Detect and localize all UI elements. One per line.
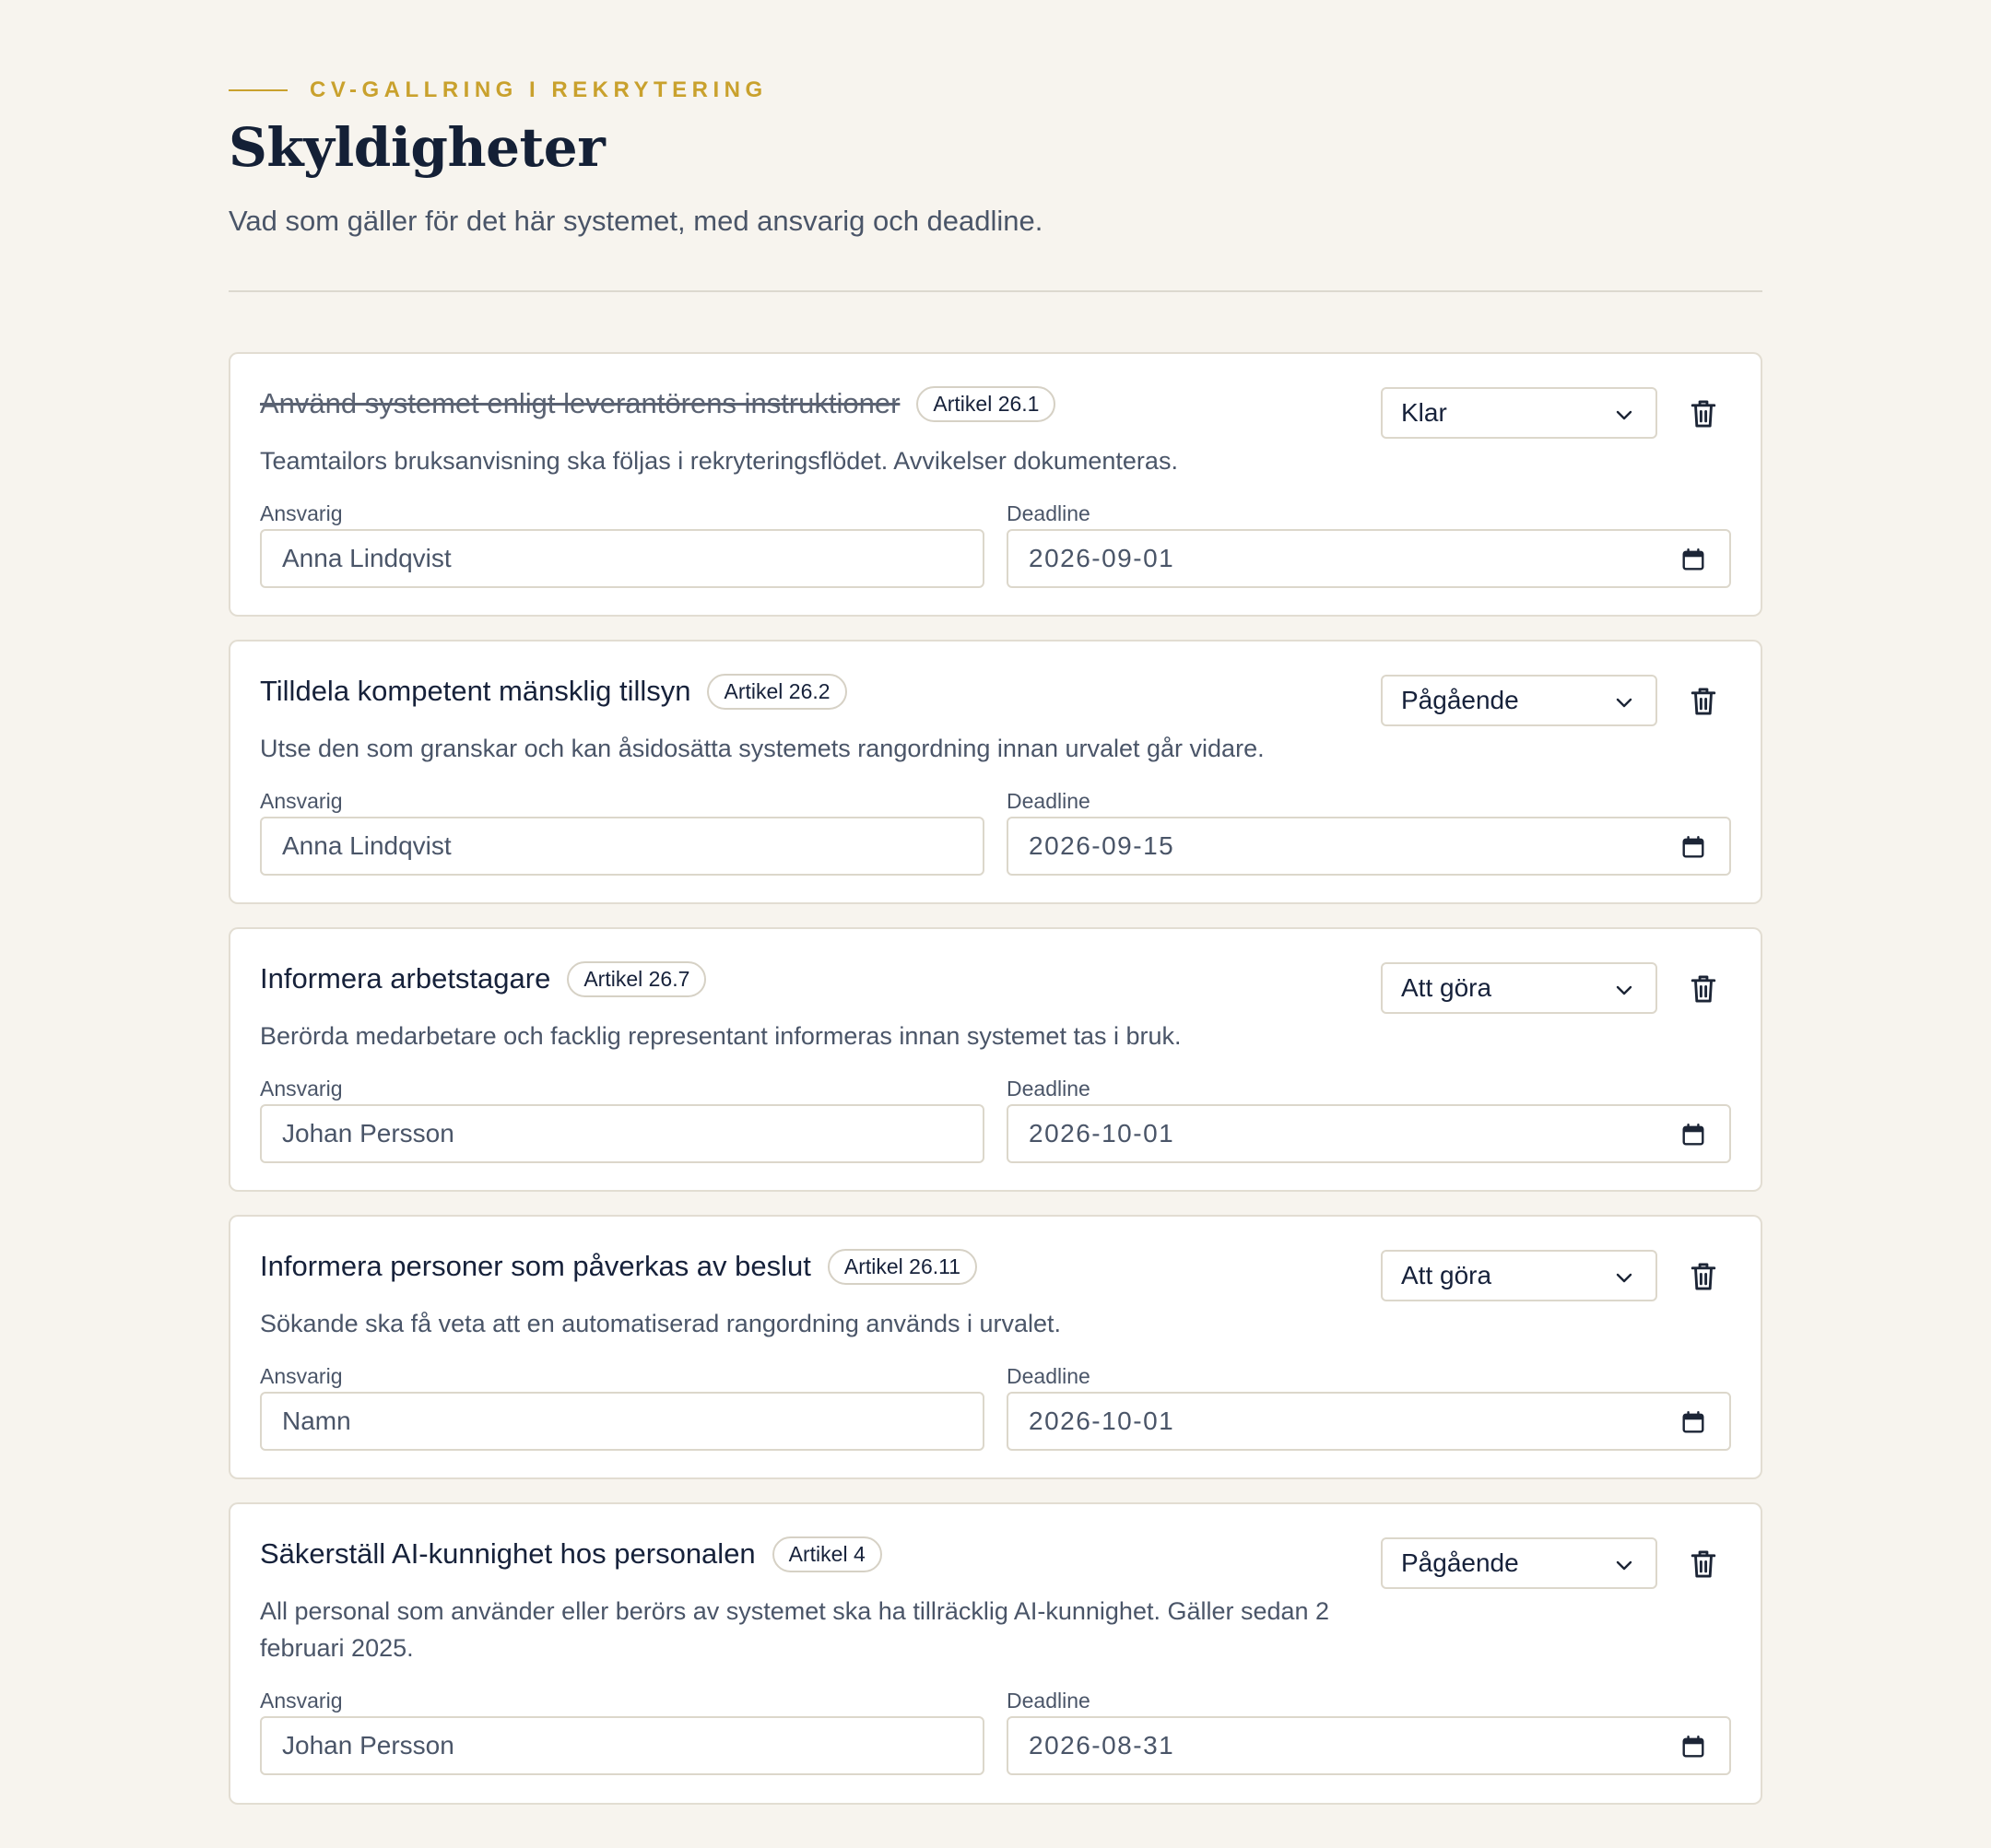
obligation-description: Utse den som granskar och kan åsidosätta… [260, 735, 1265, 762]
obligation-description: Berörda medarbetare och facklig represen… [260, 1022, 1182, 1050]
owner-placeholder: Namn [282, 1407, 351, 1435]
obligation-description: Sökande ska få veta att en automatiserad… [260, 1310, 1062, 1337]
trash-icon[interactable] [1689, 1548, 1718, 1580]
calendar-icon[interactable] [1681, 547, 1705, 571]
chevron-down-icon [1616, 698, 1632, 708]
owner-label: Ansvarig [260, 1689, 343, 1713]
chevron-down-icon [1616, 410, 1632, 420]
deadline-input[interactable]: 2026-10-01 [1007, 1104, 1731, 1163]
article-badge: Artikel 26.7 [567, 960, 707, 997]
page-subtitle: Vad som gäller för det här systemet, med… [229, 205, 1043, 237]
obligation-description: All personal som använder eller berörs a… [260, 1597, 1330, 1662]
deadline-label: Deadline [1007, 501, 1090, 525]
deadline-value: 2026-08-31 [1029, 1731, 1175, 1760]
obligation-header: Tilldela kompetent mänsklig tillsyn Arti… [260, 671, 847, 712]
deadline-value: 2026-09-01 [1029, 544, 1175, 572]
deadline-input[interactable]: 2026-10-01 [1007, 1392, 1731, 1451]
status-value: Pågående [1401, 686, 1519, 714]
obligation-card: Informera personer som påverkas av beslu… [229, 1215, 1762, 1479]
article-badge: Artikel 26.1 [916, 385, 1056, 422]
owner-value: Johan Persson [282, 1731, 454, 1760]
status-select[interactable]: Att göra [1381, 962, 1657, 1014]
owner-input[interactable]: Namn [260, 1392, 984, 1451]
deadline-label: Deadline [1007, 1689, 1090, 1713]
deadline-value: 2026-09-15 [1029, 831, 1175, 860]
article-badge: Artikel 26.2 [707, 673, 847, 710]
calendar-icon[interactable] [1681, 1735, 1705, 1759]
obligation-card: Tilldela kompetent mänsklig tillsyn Arti… [229, 640, 1762, 904]
obligation-card: Säkerställ AI-kunnighet hos personalen A… [229, 1502, 1762, 1805]
deadline-input[interactable]: 2026-09-15 [1007, 817, 1731, 876]
trash-icon[interactable] [1689, 686, 1718, 717]
chevron-down-icon [1616, 1560, 1632, 1571]
owner-value: Anna Lindqvist [282, 831, 452, 860]
status-select[interactable]: Att göra [1381, 1250, 1657, 1301]
chevron-down-icon [1616, 985, 1632, 995]
page-title: Skyldigheter [229, 116, 606, 179]
owner-input[interactable]: Johan Persson [260, 1104, 984, 1163]
trash-icon[interactable] [1689, 398, 1718, 430]
obligation-header: Informera arbetstagare Artikel 26.7 [260, 959, 707, 999]
owner-label: Ansvarig [260, 1077, 343, 1101]
obligation-header: Informera personer som påverkas av beslu… [260, 1246, 978, 1287]
deadline-value: 2026-10-01 [1029, 1119, 1175, 1148]
calendar-icon[interactable] [1681, 1123, 1705, 1147]
status-select[interactable]: Pågående [1381, 675, 1657, 726]
obligation-header: Använd systemet enligt leverantörens ins… [260, 383, 1056, 424]
eyebrow-text: CV-GALLRING I REKRYTERING [310, 77, 768, 102]
owner-label: Ansvarig [260, 501, 343, 525]
calendar-icon[interactable] [1681, 835, 1705, 859]
trash-icon[interactable] [1689, 1261, 1718, 1292]
owner-value: Johan Persson [282, 1119, 454, 1148]
deadline-value: 2026-10-01 [1029, 1407, 1175, 1435]
owner-input[interactable]: Anna Lindqvist [260, 529, 984, 588]
owner-value: Anna Lindqvist [282, 544, 452, 572]
status-select[interactable]: Pågående [1381, 1537, 1657, 1589]
obligation-title: Säkerställ AI-kunnighet hos personalen [260, 1537, 756, 1570]
article-badge: Artikel 4 [772, 1536, 882, 1572]
owner-input[interactable]: Johan Persson [260, 1716, 984, 1775]
status-select[interactable]: Klar [1381, 387, 1657, 439]
trash-icon[interactable] [1689, 973, 1718, 1005]
obligation-title: Tilldela kompetent mänsklig tillsyn [260, 675, 691, 707]
eyebrow-rule [229, 89, 288, 91]
owner-label: Ansvarig [260, 1364, 343, 1388]
obligation-card: Använd systemet enligt leverantörens ins… [229, 352, 1762, 617]
status-value: Klar [1401, 398, 1447, 427]
owner-input[interactable]: Anna Lindqvist [260, 817, 984, 876]
deadline-input[interactable]: 2026-08-31 [1007, 1716, 1731, 1775]
deadline-label: Deadline [1007, 1364, 1090, 1388]
obligation-title: Informera personer som påverkas av beslu… [260, 1250, 811, 1282]
header-divider [229, 290, 1762, 292]
status-value: Att göra [1401, 1261, 1492, 1289]
chevron-down-icon [1616, 1273, 1632, 1283]
deadline-input[interactable]: 2026-09-01 [1007, 529, 1731, 588]
obligation-title: Informera arbetstagare [260, 962, 551, 995]
obligation-header: Säkerställ AI-kunnighet hos personalen A… [260, 1534, 882, 1574]
obligation-card: Informera arbetstagare Artikel 26.7 Berö… [229, 927, 1762, 1192]
deadline-label: Deadline [1007, 789, 1090, 813]
obligation-title: Använd systemet enligt leverantörens ins… [260, 387, 901, 419]
obligation-description: Teamtailors bruksanvisning ska följas i … [260, 447, 1178, 475]
status-value: Att göra [1401, 973, 1492, 1002]
article-badge: Artikel 26.11 [827, 1248, 978, 1285]
status-value: Pågående [1401, 1548, 1519, 1577]
deadline-label: Deadline [1007, 1077, 1090, 1101]
owner-label: Ansvarig [260, 789, 343, 813]
eyebrow: CV-GALLRING I REKRYTERING [229, 77, 768, 103]
calendar-icon[interactable] [1681, 1410, 1705, 1434]
